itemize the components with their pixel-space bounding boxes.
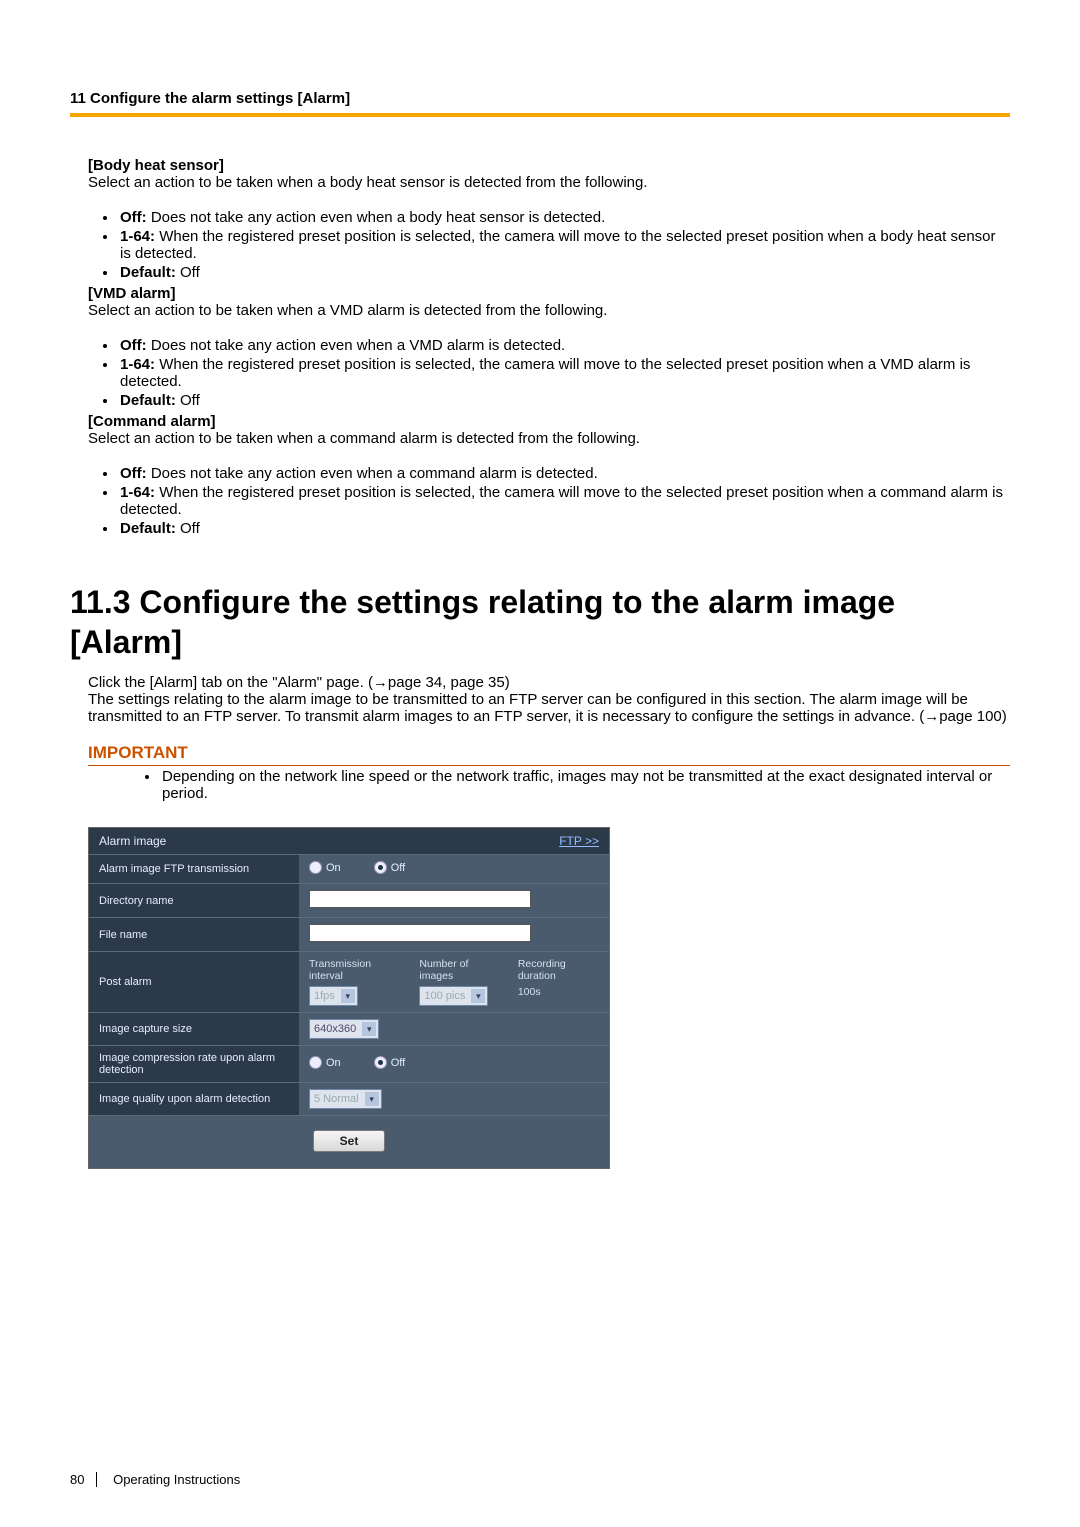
list-item: 1-64: When the registered preset positio… [118, 356, 1010, 390]
comp-off-radio[interactable]: Off [374, 1056, 405, 1069]
post-rd-label: Recording duration [518, 958, 599, 982]
post-ti-label: Transmission interval [309, 958, 399, 982]
command-intro: Select an action to be taken when a comm… [88, 430, 1010, 447]
image-capture-size-select[interactable]: 640x360▾ [309, 1019, 379, 1039]
post-ni-label: Number of images [419, 958, 497, 982]
vmd-intro: Select an action to be taken when a VMD … [88, 302, 1010, 319]
section-heading-11-3: 11.3 Configure the settings relating to … [70, 582, 1010, 662]
list-item: 1-64: When the registered preset positio… [118, 228, 1010, 262]
list-item: 1-64: When the registered preset positio… [118, 484, 1010, 518]
list-item: Off: Does not take any action even when … [118, 209, 1010, 226]
command-list: Off: Does not take any action even when … [70, 465, 1010, 537]
image-quality-select[interactable]: 5 Normal▾ [309, 1089, 382, 1109]
list-item: Default: Off [118, 392, 1010, 409]
intro-para-1: Click the [Alarm] tab on the "Alarm" pag… [70, 674, 1010, 691]
ftp-on-radio[interactable]: On [309, 861, 341, 874]
row-file-label: File name [89, 918, 299, 952]
section-body-heat: [Body heat sensor] Select an action to b… [70, 157, 1010, 191]
chevron-down-icon: ▾ [341, 989, 355, 1003]
page-footer: 80 Operating Instructions [70, 1472, 240, 1487]
intro-para-2: The settings relating to the alarm image… [70, 691, 1010, 725]
alarm-image-panel: Alarm image FTP >> Alarm image FTP trans… [88, 827, 610, 1169]
page-number: 80 [70, 1472, 97, 1487]
command-title: [Command alarm] [88, 413, 1010, 430]
ftp-off-radio[interactable]: Off [374, 861, 405, 874]
number-of-images-select[interactable]: 100 pics▾ [419, 986, 488, 1006]
row-ftp-label: Alarm image FTP transmission [89, 855, 299, 884]
list-item: Default: Off [118, 264, 1010, 281]
ftp-link[interactable]: FTP >> [559, 834, 599, 848]
row-size-label: Image capture size [89, 1013, 299, 1046]
doc-title: Operating Instructions [113, 1472, 240, 1487]
set-button[interactable]: Set [313, 1130, 385, 1152]
recording-duration-value: 100s [518, 986, 599, 998]
important-list: Depending on the network line speed or t… [88, 768, 1010, 802]
list-item: Off: Does not take any action even when … [118, 337, 1010, 354]
vmd-list: Off: Does not take any action even when … [70, 337, 1010, 409]
panel-header-title: Alarm image [89, 828, 299, 855]
chevron-down-icon: ▾ [362, 1022, 376, 1036]
comp-on-radio[interactable]: On [309, 1056, 341, 1069]
body-heat-list: Off: Does not take any action even when … [70, 209, 1010, 281]
file-name-input[interactable] [309, 924, 531, 942]
vmd-title: [VMD alarm] [88, 285, 1010, 302]
page-header: 11 Configure the alarm settings [Alarm] [70, 90, 1010, 117]
body-heat-intro: Select an action to be taken when a body… [88, 174, 1010, 191]
chapter-title: 11 Configure the alarm settings [Alarm] [70, 90, 350, 107]
chevron-down-icon: ▾ [471, 989, 485, 1003]
important-label: IMPORTANT [88, 743, 1010, 766]
directory-name-input[interactable] [309, 890, 531, 908]
body-heat-title: [Body heat sensor] [88, 157, 1010, 174]
row-qual-label: Image quality upon alarm detection [89, 1083, 299, 1116]
transmission-interval-select[interactable]: 1fps▾ [309, 986, 358, 1006]
section-command: [Command alarm] Select an action to be t… [70, 413, 1010, 447]
list-item: Default: Off [118, 520, 1010, 537]
list-item: Depending on the network line speed or t… [160, 768, 1010, 802]
section-vmd: [VMD alarm] Select an action to be taken… [70, 285, 1010, 319]
row-post-label: Post alarm [89, 952, 299, 1013]
list-item: Off: Does not take any action even when … [118, 465, 1010, 482]
row-comp-label: Image compression rate upon alarm detect… [89, 1046, 299, 1083]
row-dir-label: Directory name [89, 884, 299, 918]
chevron-down-icon: ▾ [365, 1092, 379, 1106]
